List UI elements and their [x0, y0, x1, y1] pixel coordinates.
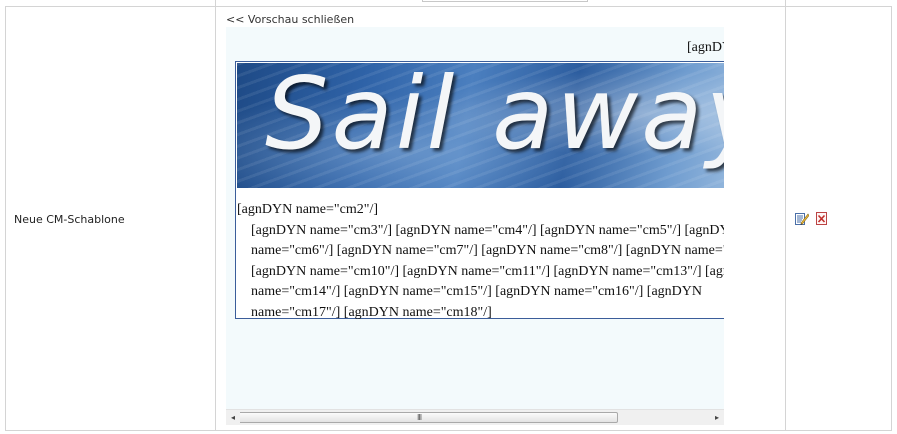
scroll-left-arrow-icon[interactable]: ◂: [226, 410, 240, 425]
preview-viewport[interactable]: [agnDYN name="cm1"/] Sail away [agnDYN n…: [226, 27, 724, 411]
preview-body-text: [agnDYN name="cm2"/] [agnDYN name="cm3"/…: [237, 200, 724, 323]
column-divider: [785, 0, 786, 431]
template-preview: [agnDYN name="cm1"/] Sail away [agnDYN n…: [226, 27, 724, 425]
preview-line: [agnDYN name="cm2"/]: [237, 202, 379, 217]
banner-image: Sail away: [237, 63, 724, 188]
scroll-right-arrow-icon[interactable]: ▸: [710, 410, 724, 425]
preview-line: name="cm6"/] [agnDYN name="cm7"/] [agnDY…: [251, 243, 724, 258]
close-preview-link[interactable]: << Vorschau schließen: [226, 13, 354, 26]
preview-line: name="cm17"/] [agnDYN name="cm18"/]: [251, 304, 492, 320]
delete-icon[interactable]: [816, 212, 827, 225]
column-divider: [215, 0, 216, 431]
preview-line: [agnDYN name="cm3"/] [agnDYN name="cm4"/…: [251, 222, 724, 238]
banner-title: Sail away: [265, 63, 724, 172]
preview-top-tag: [agnDYN name="cm1"/]: [687, 40, 724, 55]
scroll-thumb[interactable]: III: [240, 412, 618, 423]
preview-line: [agnDYN name="cm10"/] [agnDYN name="cm11…: [251, 263, 724, 279]
preview-line: name="cm14"/] [agnDYN name="cm15"/] [agn…: [251, 284, 703, 299]
template-name: Neue CM-Schablone: [14, 213, 125, 226]
scroll-grip-icon: III: [417, 413, 422, 422]
edit-icon[interactable]: [795, 211, 809, 226]
preview-content-box: Sail away [agnDYN name="cm2"/] [agnDYN n…: [235, 61, 724, 320]
scroll-track[interactable]: III: [240, 410, 710, 425]
top-row-stub: [422, 0, 588, 2]
horizontal-scrollbar[interactable]: ◂ III ▸: [226, 409, 724, 425]
